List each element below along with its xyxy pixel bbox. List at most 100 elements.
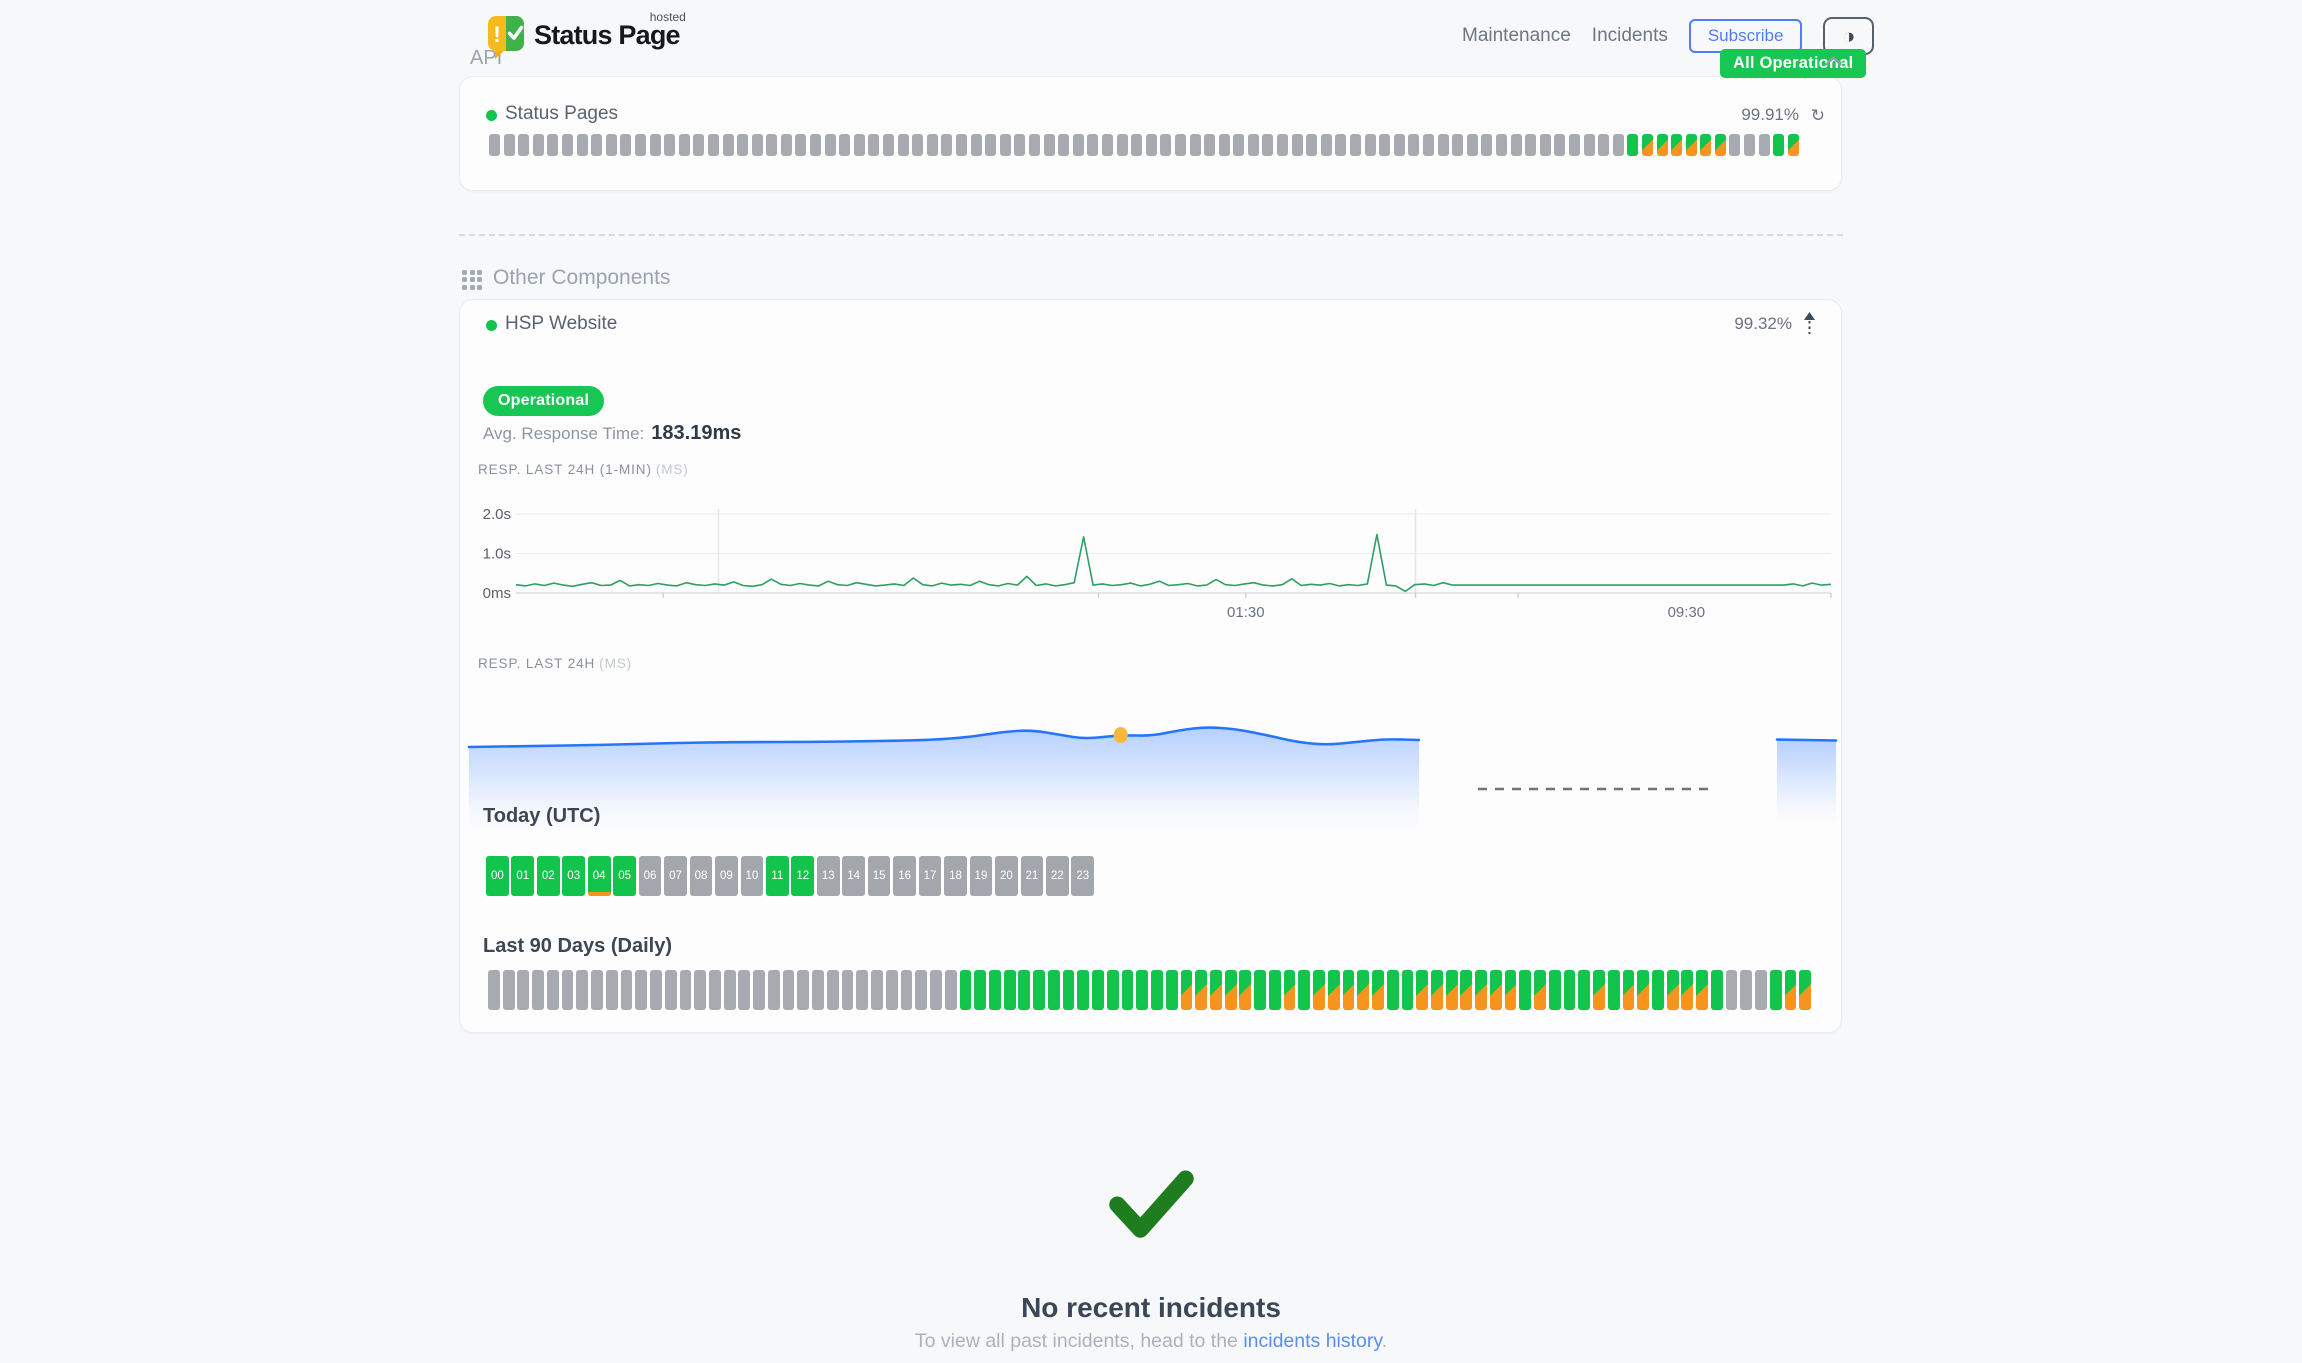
uptime-bar	[871, 970, 883, 1010]
uptime-bar	[927, 134, 938, 156]
uptime-bar	[930, 970, 942, 1010]
hour-box-19: 19	[970, 856, 993, 896]
status-dot	[486, 320, 497, 331]
uptime-bar	[693, 134, 704, 156]
uptime-bar	[1671, 134, 1682, 156]
uptime-bar	[1431, 970, 1443, 1010]
nav-maintenance[interactable]: Maintenance	[1462, 25, 1571, 47]
uptime-percentage: 99.32%	[1734, 314, 1792, 334]
uptime-bar	[635, 134, 646, 156]
operational-badge: Operational	[483, 386, 604, 416]
hour-box-22: 22	[1046, 856, 1069, 896]
incidents-history-link[interactable]: incidents history	[1243, 1330, 1381, 1352]
hour-box-08: 08	[690, 856, 713, 896]
uptime-bar	[1175, 134, 1186, 156]
uptime-bar	[1029, 134, 1040, 156]
uptime-bar	[1379, 134, 1390, 156]
uptime-bar	[1740, 970, 1752, 1010]
tail-area-line	[1777, 740, 1836, 741]
uptime-bar	[1700, 134, 1711, 156]
uptime-bar	[517, 970, 529, 1010]
uptime-bar	[723, 134, 734, 156]
hour-box-05: 05	[613, 856, 636, 896]
dashed-divider	[459, 234, 1843, 236]
uptime-bar	[1511, 134, 1522, 156]
status-dot	[486, 110, 497, 121]
uptime-bar	[1438, 134, 1449, 156]
uptime-bar	[1033, 970, 1045, 1010]
uptime-bar	[1343, 970, 1355, 1010]
uptime-bar	[1131, 134, 1142, 156]
uptime-bar	[1107, 970, 1119, 1010]
uptime-bar	[956, 134, 967, 156]
uptime-bar	[1534, 970, 1546, 1010]
uptime-bar	[1063, 970, 1075, 1010]
chart1-label: RESP. LAST 24H (1-MIN)(MS)	[478, 462, 689, 477]
uptime-bar	[1306, 134, 1317, 156]
uptime-bar	[1755, 970, 1767, 1010]
uptime-bar	[1262, 134, 1273, 156]
tail-area-fill	[1777, 740, 1836, 824]
uptime-bar	[839, 134, 850, 156]
hour-box-14: 14	[842, 856, 865, 896]
uptime-bar	[1077, 970, 1089, 1010]
uptime-bar	[886, 970, 898, 1010]
expand-arrow-icon[interactable]	[1803, 312, 1816, 335]
app-title: Status Page hosted	[534, 20, 680, 51]
statuspages-uptime-bars	[489, 134, 1799, 156]
hour-box-00: 00	[486, 856, 509, 896]
uptime-bar	[1219, 134, 1230, 156]
uptime-bar	[1623, 970, 1635, 1010]
uptime-bar	[665, 970, 677, 1010]
theme-toggle-icon: ◑	[1843, 26, 1856, 47]
uptime-bar	[694, 970, 706, 1010]
response-time-chart-24h: 2.0s1.0s0ms01:3009:30	[471, 501, 1846, 626]
uptime-bar	[1102, 134, 1113, 156]
chevron-up-icon[interactable]	[1824, 54, 1843, 67]
uptime-bar	[1467, 134, 1478, 156]
svg-text:09:30: 09:30	[1668, 604, 1706, 621]
uptime-bar	[679, 134, 690, 156]
uptime-bar	[1773, 134, 1784, 156]
uptime-bar	[1490, 970, 1502, 1010]
uptime-bar	[856, 970, 868, 1010]
uptime-bar	[915, 970, 927, 1010]
uptime-bar	[1564, 970, 1576, 1010]
today-hour-boxes: 0001020304050607080910111213141516171819…	[486, 856, 1094, 896]
uptime-bar	[1321, 134, 1332, 156]
hour-box-07: 07	[664, 856, 687, 896]
uptime-bar	[532, 970, 544, 1010]
uptime-bar	[1613, 134, 1624, 156]
uptime-bar	[912, 134, 923, 156]
hsp-website-card: HSP Website 99.32% Operational Avg. Resp…	[459, 299, 1842, 1033]
uptime-bar	[898, 134, 909, 156]
uptime-bar	[591, 134, 602, 156]
uptime-bar	[1408, 134, 1419, 156]
uptime-bar	[577, 134, 588, 156]
uptime-bar	[680, 970, 692, 1010]
uptime-bar	[1394, 134, 1405, 156]
uptime-bar	[1481, 134, 1492, 156]
nav-incidents[interactable]: Incidents	[1592, 25, 1668, 47]
daily-title: Last 90 Days (Daily)	[483, 935, 672, 958]
uptime-bar	[664, 134, 675, 156]
subscribe-button[interactable]: Subscribe	[1689, 19, 1803, 53]
refresh-icon[interactable]: ↻	[1811, 106, 1825, 126]
uptime-bar	[781, 134, 792, 156]
uptime-bar	[901, 970, 913, 1010]
uptime-bar	[1298, 970, 1310, 1010]
hosted-superscript: hosted	[650, 10, 686, 24]
uptime-bar	[1554, 134, 1565, 156]
uptime-bar	[504, 134, 515, 156]
svg-text:1.0s: 1.0s	[483, 546, 511, 563]
uptime-bar	[1284, 970, 1296, 1010]
uptime-bar	[620, 134, 631, 156]
uptime-bar	[621, 970, 633, 1010]
uptime-bar	[1475, 970, 1487, 1010]
uptime-bar	[1729, 134, 1740, 156]
uptime-bar	[650, 970, 662, 1010]
uptime-bar	[1204, 134, 1215, 156]
uptime-bar	[1452, 134, 1463, 156]
uptime-bar	[1190, 134, 1201, 156]
hour-box-03: 03	[562, 856, 585, 896]
